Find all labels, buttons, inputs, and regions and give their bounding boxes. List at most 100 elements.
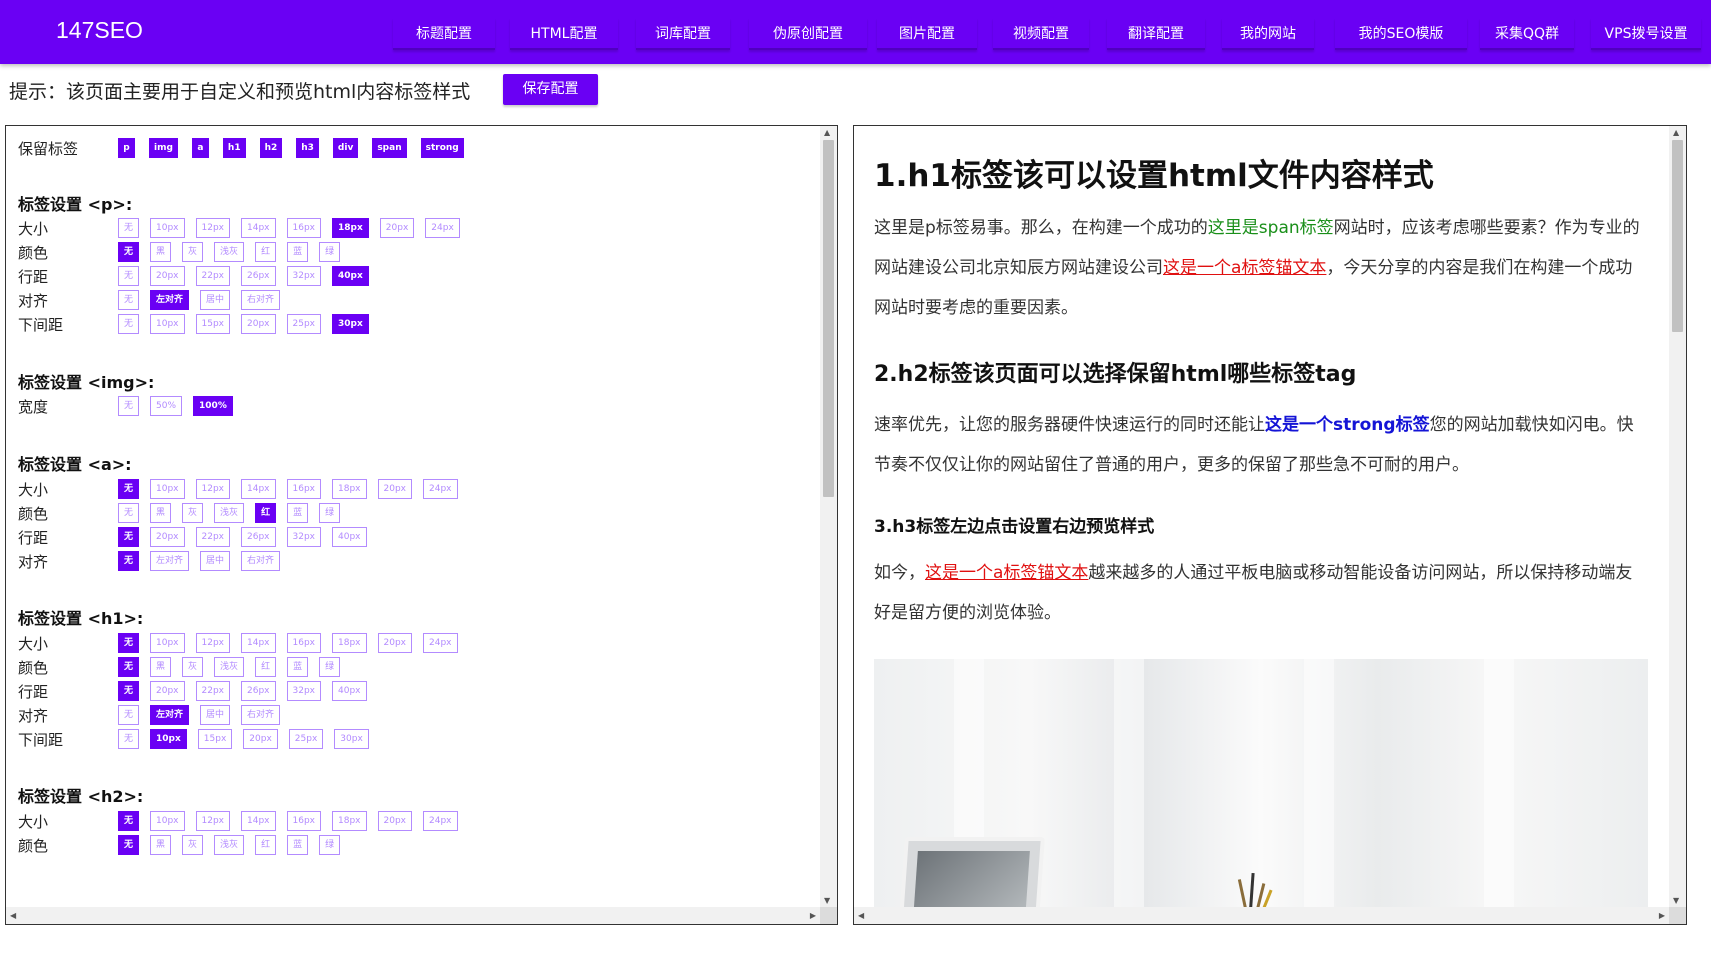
option-button[interactable]: 15px bbox=[195, 314, 231, 334]
option-button[interactable]: 32px bbox=[286, 527, 322, 547]
nav-item-6[interactable]: 翻译配置 bbox=[1107, 18, 1205, 50]
option-button[interactable]: 20px bbox=[243, 729, 278, 749]
option-button[interactable]: 黑 bbox=[150, 657, 172, 677]
option-button[interactable]: 18px bbox=[332, 218, 369, 238]
option-button[interactable]: 红 bbox=[255, 835, 277, 855]
option-button[interactable]: 右对齐 bbox=[241, 551, 281, 571]
option-button[interactable]: 18px bbox=[332, 633, 367, 653]
option-button[interactable]: 24px bbox=[423, 479, 458, 499]
option-button[interactable]: 右对齐 bbox=[241, 290, 281, 310]
option-button[interactable]: 20px bbox=[377, 633, 413, 653]
preview-horizontal-scrollbar[interactable]: ◀ ▶ bbox=[854, 907, 1669, 924]
option-button[interactable]: 无 bbox=[118, 242, 140, 262]
option-button[interactable]: 20px bbox=[377, 479, 413, 499]
option-button[interactable]: 灰 bbox=[182, 657, 204, 677]
option-button[interactable]: 无 bbox=[118, 835, 140, 855]
option-button[interactable]: 10px bbox=[150, 633, 185, 653]
option-button[interactable]: 绿 bbox=[319, 657, 341, 677]
p1-anchor-link[interactable]: 这是一个a标签锚文本 bbox=[1163, 258, 1326, 278]
scroll-right-icon[interactable]: ▶ bbox=[1659, 911, 1665, 920]
option-button[interactable]: 30px bbox=[332, 314, 369, 334]
keep-tag-h3[interactable]: h3 bbox=[296, 138, 319, 158]
option-button[interactable]: 红 bbox=[255, 503, 277, 523]
option-button[interactable]: 左对齐 bbox=[150, 290, 190, 310]
option-button[interactable]: 右对齐 bbox=[241, 705, 281, 725]
option-button[interactable]: 10px bbox=[150, 729, 187, 749]
option-button[interactable]: 24px bbox=[425, 218, 460, 238]
option-button[interactable]: 无 bbox=[118, 681, 140, 701]
scroll-right-icon[interactable]: ▶ bbox=[810, 911, 816, 920]
option-button[interactable]: 无 bbox=[118, 396, 140, 416]
option-button[interactable]: 红 bbox=[255, 242, 277, 262]
nav-item-1[interactable]: HTML配置 bbox=[510, 18, 618, 50]
option-button[interactable]: 15px bbox=[197, 729, 233, 749]
option-button[interactable]: 灰 bbox=[182, 503, 204, 523]
option-button[interactable]: 26px bbox=[241, 266, 276, 286]
option-button[interactable]: 无 bbox=[118, 218, 140, 238]
option-button[interactable]: 10px bbox=[150, 218, 185, 238]
option-button[interactable]: 浅灰 bbox=[214, 657, 245, 677]
option-button[interactable]: 无 bbox=[118, 551, 140, 571]
scroll-left-icon[interactable]: ◀ bbox=[10, 911, 16, 920]
option-button[interactable]: 无 bbox=[118, 266, 140, 286]
option-button[interactable]: 黑 bbox=[150, 503, 172, 523]
option-button[interactable]: 16px bbox=[286, 218, 322, 238]
option-button[interactable]: 无 bbox=[118, 729, 140, 749]
option-button[interactable]: 蓝 bbox=[287, 835, 309, 855]
nav-item-9[interactable]: 采集QQ群 bbox=[1480, 18, 1574, 50]
nav-item-5[interactable]: 视频配置 bbox=[993, 18, 1089, 50]
option-button[interactable]: 无 bbox=[118, 705, 140, 725]
option-button[interactable]: 16px bbox=[286, 811, 322, 831]
option-button[interactable]: 40px bbox=[332, 681, 367, 701]
scroll-up-icon[interactable]: ▲ bbox=[1673, 128, 1679, 137]
option-button[interactable]: 20px bbox=[241, 314, 276, 334]
option-button[interactable]: 黑 bbox=[150, 835, 172, 855]
keep-tag-div[interactable]: div bbox=[332, 138, 359, 158]
option-button[interactable]: 16px bbox=[286, 633, 322, 653]
option-button[interactable]: 12px bbox=[195, 218, 231, 238]
option-button[interactable]: 20px bbox=[150, 681, 185, 701]
option-button[interactable]: 25px bbox=[288, 729, 324, 749]
keep-tag-h2[interactable]: h2 bbox=[259, 138, 283, 158]
option-button[interactable]: 12px bbox=[195, 811, 231, 831]
option-button[interactable]: 22px bbox=[195, 681, 231, 701]
option-button[interactable]: 浅灰 bbox=[214, 242, 245, 262]
nav-item-2[interactable]: 词库配置 bbox=[636, 18, 730, 50]
settings-vertical-scrollbar[interactable]: ▲ ▼ bbox=[820, 126, 837, 907]
option-button[interactable]: 居中 bbox=[200, 290, 231, 310]
option-button[interactable]: 无 bbox=[118, 479, 140, 499]
option-button[interactable]: 红 bbox=[255, 657, 277, 677]
save-config-button[interactable]: 保存配置 bbox=[503, 74, 598, 105]
scroll-up-icon[interactable]: ▲ bbox=[824, 128, 830, 137]
option-button[interactable]: 14px bbox=[241, 479, 276, 499]
option-button[interactable]: 32px bbox=[286, 681, 322, 701]
option-button[interactable]: 20px bbox=[150, 527, 185, 547]
settings-horizontal-scrollbar[interactable]: ◀ ▶ bbox=[6, 907, 820, 924]
option-button[interactable]: 灰 bbox=[182, 835, 204, 855]
option-button[interactable]: 黑 bbox=[150, 242, 172, 262]
option-button[interactable]: 浅灰 bbox=[214, 503, 245, 523]
option-button[interactable]: 灰 bbox=[182, 242, 204, 262]
option-button[interactable]: 无 bbox=[118, 314, 140, 334]
option-button[interactable]: 左对齐 bbox=[150, 551, 190, 571]
option-button[interactable]: 绿 bbox=[319, 835, 341, 855]
option-button[interactable]: 40px bbox=[332, 527, 367, 547]
p3-anchor-link[interactable]: 这是一个a标签锚文本 bbox=[925, 563, 1088, 583]
option-button[interactable]: 14px bbox=[241, 633, 276, 653]
option-button[interactable]: 14px bbox=[241, 811, 276, 831]
option-button[interactable]: 25px bbox=[286, 314, 322, 334]
option-button[interactable]: 12px bbox=[195, 633, 231, 653]
scroll-thumb[interactable] bbox=[823, 140, 834, 497]
option-button[interactable]: 绿 bbox=[319, 242, 341, 262]
option-button[interactable]: 32px bbox=[286, 266, 322, 286]
option-button[interactable]: 20px bbox=[377, 811, 413, 831]
option-button[interactable]: 居中 bbox=[200, 551, 231, 571]
nav-item-4[interactable]: 图片配置 bbox=[877, 18, 977, 50]
option-button[interactable]: 10px bbox=[150, 811, 185, 831]
option-button[interactable]: 左对齐 bbox=[150, 705, 190, 725]
option-button[interactable]: 10px bbox=[150, 314, 185, 334]
keep-tag-img[interactable]: img bbox=[149, 138, 178, 158]
option-button[interactable]: 绿 bbox=[319, 503, 341, 523]
option-button[interactable]: 20px bbox=[150, 266, 185, 286]
option-button[interactable]: 22px bbox=[195, 527, 231, 547]
